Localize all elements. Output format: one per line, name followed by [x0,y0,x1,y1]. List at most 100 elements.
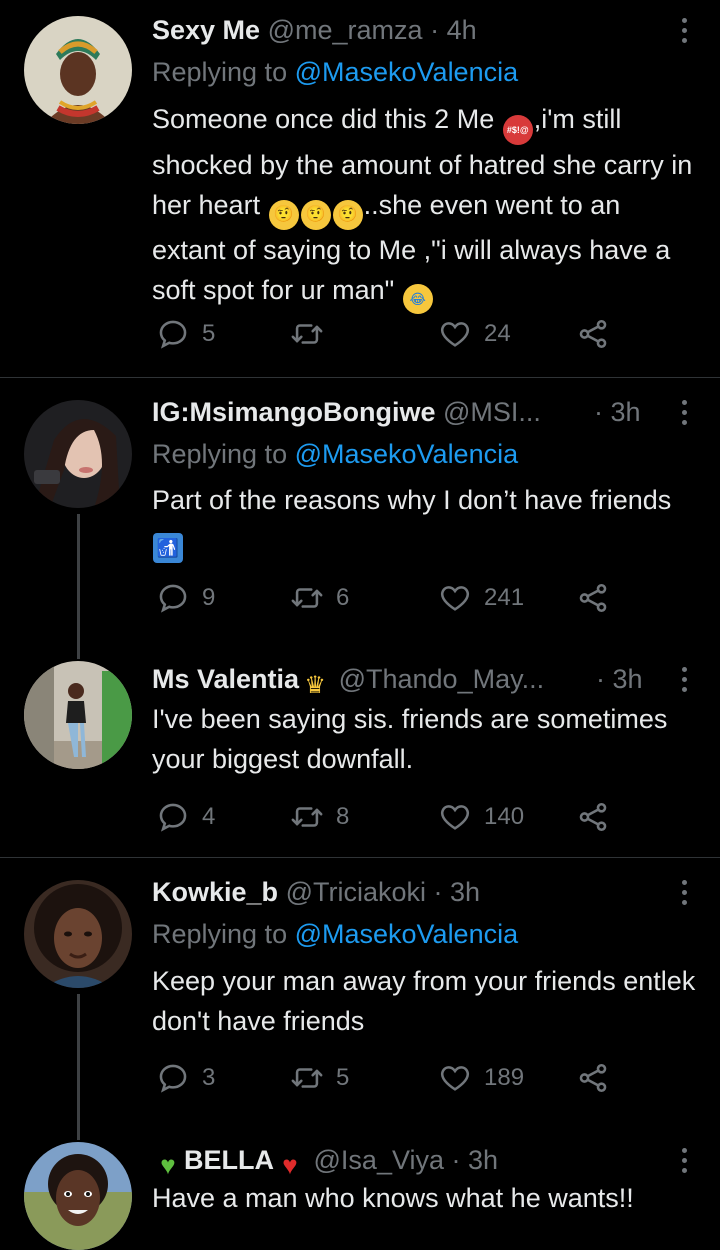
tweet-actions: 4 8 140 [152,797,632,837]
user-handle[interactable]: @me_ramza [268,15,423,45]
angry-face-emoji-icon: #$!@ [502,115,533,145]
replying-prefix: Replying to [152,57,295,87]
avatar[interactable] [24,400,132,508]
like-count: 189 [484,1064,525,1091]
share-icon [579,1063,607,1093]
tweet-text-part: Keep your man away from your friends ent… [152,966,696,1036]
tweet[interactable]: ♥ BELLA ♥ @Isa_Viya · 3h Have a man who kn… [0,1122,720,1250]
tweet-text: I've been saying sis. friends are someti… [152,699,697,779]
retweet-button[interactable]: 8 [290,797,349,837]
share-icon [579,583,607,613]
reply-count: 4 [202,803,216,830]
more-icon[interactable] [682,1148,690,1178]
raised-eyebrow-emoji-icon: 🤨 [300,200,331,230]
retweet-icon [291,588,323,608]
tweet[interactable]: Sexy Me @me_ramza · 4h Replying to @Mase… [0,0,720,377]
avatar[interactable] [24,1142,132,1250]
like-count: 241 [484,584,525,611]
tweet-text: Have a man who knows what he wants!! [152,1178,697,1218]
user-handle[interactable]: @Triciakoki [286,877,426,907]
share-button[interactable] [576,314,610,354]
tweet-actions: 3 5 189 [152,1058,632,1098]
like-count: 24 [484,320,511,347]
separator-dot: · [594,397,603,427]
tweet-header: Kowkie_b @Triciakoki · 3h [152,874,670,910]
tweet[interactable]: Ms Valentia ♛ @Thando_May... · 3h I've be… [0,641,720,857]
retweet-button[interactable]: 6 [290,578,349,618]
timestamp-area: · 3h [594,394,641,430]
share-icon [579,319,607,349]
tweet[interactable]: IG:MsimangoBongiwe @MSI... · 3h Replying… [0,378,720,641]
user-handle[interactable]: @Isa_Viya [314,1145,444,1175]
tweet-text: Keep your man away from your friends ent… [152,961,697,1041]
raised-eyebrow-emoji-icon: 🤨 [268,200,299,230]
reply-icon [159,584,187,613]
reply-icon [159,1064,187,1093]
tweet-text-part: Someone once did this 2 Me [152,104,495,134]
reply-button[interactable]: 9 [156,578,215,618]
mention-link[interactable]: @MasekoValencia [295,439,519,469]
more-icon[interactable] [682,880,690,910]
timestamp[interactable]: 4h [447,15,477,45]
litter-bin-emoji-icon: 🚮 [153,533,183,563]
tweet-text: Someone once did this 2 Me #$!@ ,i'm stil… [152,99,697,314]
user-handle[interactable]: @MSI... [443,397,541,427]
like-button[interactable]: 140 [438,797,524,837]
timestamp[interactable]: 3h [450,877,480,907]
tweet-header: Ms Valentia ♛ @Thando_May... [152,661,640,699]
display-name[interactable]: Kowkie_b [152,877,278,907]
retweet-icon [291,324,323,344]
user-handle[interactable]: @Thando_May... [339,664,545,694]
display-name[interactable]: Ms Valentia [152,664,299,694]
thread-line [77,1122,80,1140]
raised-eyebrow-emoji-icon: 🤨 [332,200,363,230]
share-icon [579,802,607,832]
retweet-count: 5 [336,1064,350,1091]
green-heart-emoji-icon: ♥ [160,1150,176,1180]
more-icon[interactable] [682,400,690,430]
tweet-header: ♥ BELLA ♥ @Isa_Viya · 3h [152,1142,670,1180]
heart-icon [440,1066,470,1091]
reply-button[interactable]: 3 [156,1058,215,1098]
like-button[interactable]: 24 [438,314,511,354]
like-count: 140 [484,803,525,830]
timestamp[interactable]: 3h [613,664,643,694]
tweet-text-part: I've been saying sis. friends are someti… [152,704,668,774]
tweet-header: IG:MsimangoBongiwe @MSI... [152,394,640,430]
tweet-actions: 9 6 241 [152,578,632,618]
like-button[interactable]: 189 [438,1058,524,1098]
tweet-text: Part of the reasons why I don’t have fri… [152,480,697,563]
retweet-button[interactable] [290,314,336,354]
separator-dot: · [430,15,440,45]
retweet-button[interactable]: 5 [290,1058,349,1098]
tweet-text-part: Have a man who knows what he wants!! [152,1183,634,1213]
reply-icon [159,803,187,832]
share-button[interactable] [576,578,610,618]
display-name[interactable]: IG:MsimangoBongiwe [152,397,436,427]
share-button[interactable] [576,797,610,837]
thread-line [77,994,80,1122]
like-button[interactable]: 241 [438,578,524,618]
timestamp[interactable]: 3h [611,397,641,427]
thread-line [77,514,80,641]
share-button[interactable] [576,1058,610,1098]
avatar[interactable] [24,16,132,124]
display-name[interactable]: BELLA [184,1145,274,1175]
red-heart-emoji-icon: ♥ [282,1150,298,1180]
more-icon[interactable] [682,667,690,697]
avatar[interactable] [24,661,132,769]
heart-icon [440,322,470,347]
tweet[interactable]: Kowkie_b @Triciakoki · 3h Replying to @M… [0,858,720,1122]
avatar[interactable] [24,880,132,988]
thread-line [77,641,80,659]
more-icon[interactable] [682,18,690,48]
replying-prefix: Replying to [152,439,295,469]
reply-button[interactable]: 5 [156,314,215,354]
timestamp[interactable]: 3h [468,1145,498,1175]
retweet-count: 8 [336,803,350,830]
display-name[interactable]: Sexy Me [152,15,260,45]
mention-link[interactable]: @MasekoValencia [295,919,519,949]
reply-button[interactable]: 4 [156,797,215,837]
mention-link[interactable]: @MasekoValencia [295,57,519,87]
replying-to: Replying to @MasekoValencia [152,916,518,952]
